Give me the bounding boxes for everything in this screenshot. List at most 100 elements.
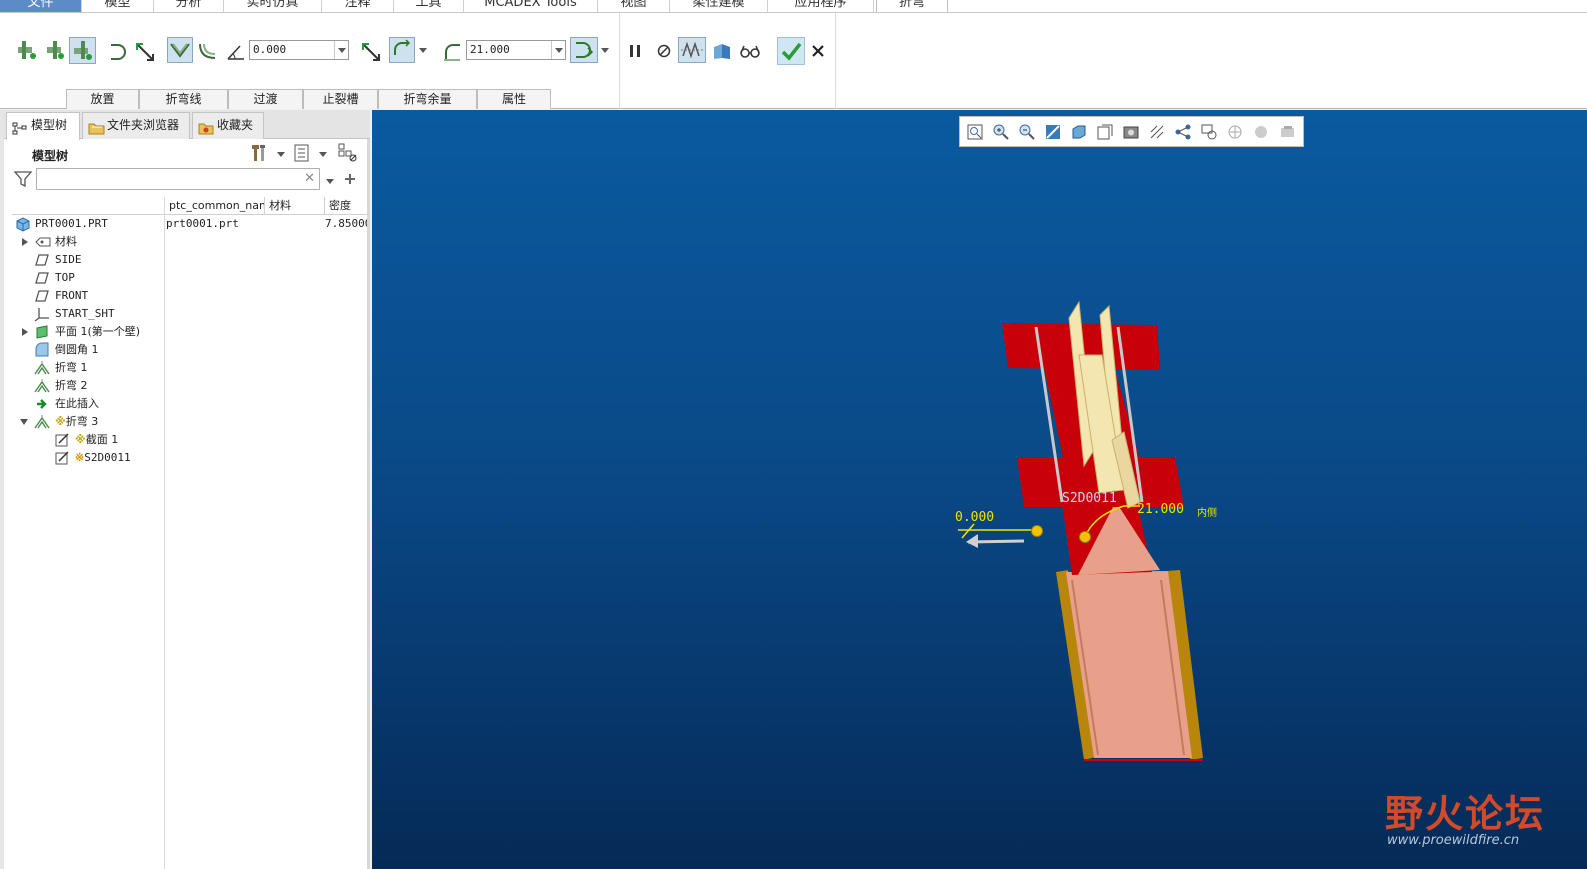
tab-annotate[interactable]: 注释 bbox=[322, 0, 394, 12]
expand-arrow-icon[interactable] bbox=[22, 328, 28, 336]
tab-view[interactable]: 视图 bbox=[598, 0, 670, 12]
tree-row-part[interactable]: PRT0001.PRT prt0001.prt 7.85000 bbox=[12, 215, 368, 233]
tab-bend-allowance[interactable]: 折弯余量 bbox=[378, 89, 477, 109]
tab-tools[interactable]: 工具 bbox=[394, 0, 464, 12]
bend-center-icon[interactable] bbox=[69, 37, 96, 64]
tree-search-input[interactable]: ✕ bbox=[36, 168, 320, 190]
cancel-close-icon[interactable] bbox=[810, 43, 826, 59]
bend-radius-type-icon[interactable] bbox=[389, 37, 415, 63]
tab-flexible-modeling[interactable]: 柔性建模 bbox=[670, 0, 768, 12]
tab-placement[interactable]: 放置 bbox=[66, 89, 139, 109]
tree-row-coordinate-system[interactable]: START_SHT bbox=[12, 305, 368, 323]
tab-mcadex-tools[interactable]: MCADEX Tools bbox=[464, 0, 598, 12]
tree-row-label: 在此插入 bbox=[55, 397, 99, 410]
pause-icon[interactable] bbox=[627, 43, 643, 59]
sheet-metal-model[interactable] bbox=[372, 110, 1587, 869]
ok-checkmark-button[interactable] bbox=[777, 37, 805, 65]
angle-dimension-label[interactable]: 0.000 bbox=[955, 510, 994, 525]
clear-search-icon[interactable]: ✕ bbox=[304, 172, 315, 186]
tree-columns-icon[interactable] bbox=[337, 142, 359, 164]
chevron-down-icon[interactable] bbox=[551, 41, 565, 59]
tree-row-label: TOP bbox=[55, 271, 75, 284]
tree-row-label: SIDE bbox=[55, 253, 82, 266]
column-density[interactable]: 密度 bbox=[324, 197, 368, 215]
tree-row-label: 折弯 3 bbox=[65, 415, 99, 428]
tree-row-label: 材料 bbox=[55, 235, 77, 248]
direction-arrow-head bbox=[966, 534, 978, 548]
bend-arc-icon[interactable] bbox=[108, 41, 130, 61]
bend-angle-value: 0.000 bbox=[253, 43, 287, 56]
radius-side-dropdown-icon[interactable] bbox=[600, 45, 610, 55]
search-options-dropdown-icon[interactable] bbox=[325, 176, 335, 186]
tab-applications[interactable]: 应用程序 bbox=[768, 0, 874, 12]
tree-settings-tools-icon[interactable] bbox=[250, 143, 270, 163]
tree-show-icon[interactable] bbox=[293, 143, 311, 163]
sketch-section-icon bbox=[54, 432, 70, 448]
tab-analysis[interactable]: 分析 bbox=[154, 0, 224, 12]
preview-feature-icon[interactable] bbox=[711, 41, 733, 61]
tree-row-material[interactable]: 材料 bbox=[12, 233, 368, 251]
collapse-arrow-icon[interactable] bbox=[20, 419, 28, 425]
forum-watermark: 野火论坛 www.proewildfire.cn bbox=[1385, 773, 1585, 863]
tab-folder-browser[interactable]: 文件夹浏览器 bbox=[82, 112, 190, 139]
chevron-down-icon[interactable] bbox=[334, 41, 348, 59]
tab-live-simulation[interactable]: 实时仿真 bbox=[224, 0, 322, 12]
tree-row-datum-front[interactable]: FRONT bbox=[12, 287, 368, 305]
new-feature-marker: ※ bbox=[75, 433, 86, 446]
tree-row-bend-1[interactable]: 折弯 1 bbox=[12, 359, 368, 377]
tree-row-round[interactable]: 倒圆角 1 bbox=[12, 341, 368, 359]
radius-type-dropdown-icon[interactable] bbox=[418, 45, 428, 55]
tab-relief[interactable]: 止裂槽 bbox=[303, 89, 378, 109]
radius-drag-handle[interactable] bbox=[1079, 531, 1091, 543]
angle-drag-handle[interactable] bbox=[1031, 525, 1043, 537]
bend-radius-input[interactable]: 21.000 bbox=[466, 40, 566, 60]
tree-row-datum-side[interactable]: SIDE bbox=[12, 251, 368, 269]
preview-geometry-icon[interactable] bbox=[678, 37, 706, 63]
bend-angle-type-icon[interactable] bbox=[167, 37, 193, 63]
tree-row-planar-wall[interactable]: 平面 1(第一个壁) bbox=[12, 323, 368, 341]
expand-arrow-icon[interactable] bbox=[22, 238, 28, 246]
verify-glasses-icon[interactable] bbox=[739, 43, 761, 59]
flip-direction-icon[interactable] bbox=[134, 41, 156, 63]
bend-side-two-icon[interactable] bbox=[43, 39, 65, 61]
bend-side-one-icon[interactable] bbox=[16, 39, 38, 61]
datum-plane-icon bbox=[34, 288, 50, 304]
tab-properties[interactable]: 属性 bbox=[477, 89, 551, 109]
round-feature-icon bbox=[34, 342, 50, 358]
add-column-plus-icon[interactable] bbox=[343, 172, 357, 186]
tree-row-insert-here[interactable]: 在此插入 bbox=[12, 395, 368, 413]
column-material[interactable]: 材料 bbox=[264, 197, 324, 215]
tree-row-bend-3[interactable]: ※折弯 3 bbox=[12, 413, 368, 431]
planar-wall-icon bbox=[34, 324, 50, 340]
panel-title: 模型树 bbox=[32, 149, 69, 163]
tree-row-datum-top[interactable]: TOP bbox=[12, 269, 368, 287]
rolled-bend-icon[interactable] bbox=[197, 40, 219, 62]
filter-icon[interactable] bbox=[14, 171, 32, 187]
tree-row-bend-2[interactable]: 折弯 2 bbox=[12, 377, 368, 395]
tab-bend[interactable]: 折弯 bbox=[876, 0, 948, 12]
tab-file[interactable]: 文件 bbox=[0, 0, 82, 12]
radius-icon bbox=[442, 42, 462, 62]
tree-column-header: ptc_common_name 材料 密度 bbox=[12, 197, 368, 215]
ribbon-separator bbox=[619, 13, 620, 109]
flip-angle-icon[interactable] bbox=[360, 41, 382, 63]
tree-row-sketch[interactable]: ※S2D0011 bbox=[12, 449, 368, 467]
column-ptc-common-name[interactable]: ptc_common_name bbox=[164, 197, 264, 215]
tab-bend-line[interactable]: 折弯线 bbox=[139, 89, 228, 109]
tab-model-tree[interactable]: 模型树 bbox=[6, 112, 80, 140]
tab-transition[interactable]: 过渡 bbox=[228, 89, 303, 109]
radius-dimension-label[interactable]: 21.000 bbox=[1137, 502, 1184, 517]
bend-angle-input[interactable]: 0.000 bbox=[249, 40, 349, 60]
no-preview-icon[interactable] bbox=[656, 43, 672, 59]
tree-show-dropdown-icon[interactable] bbox=[318, 149, 328, 159]
tree-row-section[interactable]: ※截面 1 bbox=[12, 431, 368, 449]
tab-model[interactable]: 模型 bbox=[82, 0, 154, 12]
tab-favorites[interactable]: 收藏夹 bbox=[192, 112, 264, 139]
graphics-viewport[interactable]: 0.000 S2D0011 21.000 内侧 野火论坛 www.proewil… bbox=[372, 110, 1587, 869]
tree-settings-dropdown-icon[interactable] bbox=[276, 149, 286, 159]
radius-side-icon[interactable] bbox=[570, 37, 598, 63]
angle-icon bbox=[226, 43, 246, 61]
radius-side-label[interactable]: 内侧 bbox=[1197, 504, 1217, 519]
tree-row-label: 截面 1 bbox=[85, 433, 119, 446]
tree-row-label: START_SHT bbox=[55, 307, 115, 320]
